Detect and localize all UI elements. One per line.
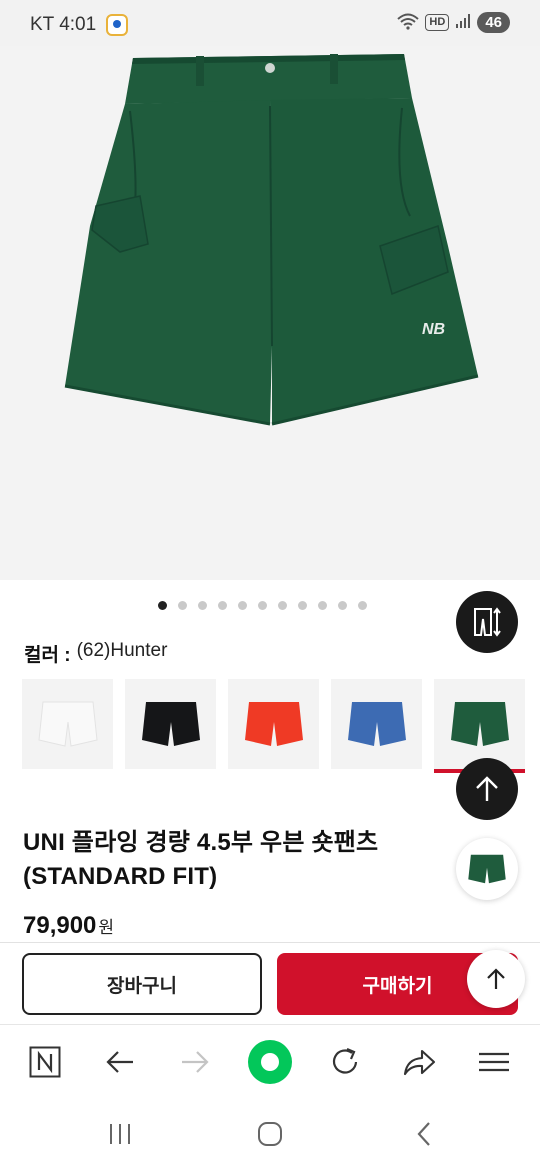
product-title-line2: (STANDARD FIT) [23, 863, 218, 890]
carousel-dot[interactable] [338, 601, 347, 610]
home-icon [258, 1122, 282, 1146]
price: 79,900 원 [23, 912, 114, 940]
carousel-dot[interactable] [358, 601, 367, 610]
svg-text:NB: NB [422, 321, 445, 338]
size-guide-icon [474, 607, 501, 637]
product-title: UNI 플라잉 경량 4.5부 우븐 숏팬츠 (STANDARD FIT) [23, 826, 453, 894]
carousel-dots [158, 601, 367, 610]
carousel-dot[interactable] [198, 601, 207, 610]
hd-badge: HD [425, 14, 450, 31]
blue-shorts-thumbnail [347, 702, 406, 746]
arrow-up-icon [476, 776, 498, 801]
carrier-time: KT 4:01 [30, 14, 97, 35]
recent-apps-button[interactable] [100, 1116, 140, 1152]
menu-button[interactable] [471, 1039, 517, 1085]
refresh-icon [332, 1047, 358, 1074]
green-shorts-mini-thumbnail [468, 854, 506, 884]
wifi-icon [397, 12, 420, 33]
green-shorts-image: NB [64, 54, 479, 426]
arrow-right-icon [182, 1051, 209, 1073]
color-value: (62)Hunter [76, 640, 168, 661]
carousel-dot[interactable] [318, 601, 327, 610]
scroll-to-top-floating-button[interactable] [467, 950, 525, 1008]
purchase-bar: 장바구니 구매하기 [0, 942, 540, 1024]
scroll-to-top-button[interactable] [456, 758, 518, 820]
signal-bars-icon [455, 13, 471, 32]
red-shorts-thumbnail [244, 702, 303, 746]
refresh-button[interactable] [322, 1039, 368, 1085]
naver-home-button[interactable] [22, 1039, 68, 1085]
share-icon [403, 1049, 436, 1076]
naver-green-button[interactable] [247, 1039, 293, 1085]
share-button[interactable] [396, 1039, 442, 1085]
size-guide-button[interactable] [456, 591, 518, 653]
naver-green-dot-icon [248, 1040, 292, 1084]
recent-product-thumbnail[interactable] [456, 838, 518, 900]
carousel-dot[interactable] [258, 601, 267, 610]
carousel-dot[interactable] [178, 601, 187, 610]
swatch-blue[interactable] [331, 679, 422, 769]
status-bar: KT 4:01 HD 46 [0, 0, 540, 46]
product-hero-image[interactable]: NB [0, 46, 540, 580]
price-unit: 원 [98, 918, 115, 937]
swatch-white[interactable] [22, 679, 113, 769]
browser-toolbar [0, 1024, 540, 1098]
swatch-red[interactable] [228, 679, 319, 769]
white-shorts-thumbnail [37, 701, 98, 747]
home-button[interactable] [250, 1116, 290, 1152]
android-navigation-bar [0, 1098, 540, 1170]
back-button[interactable] [97, 1039, 143, 1085]
green-shorts-thumbnail [450, 702, 509, 746]
price-value: 79,900 [23, 912, 97, 939]
color-selector-label: 컬러 : (62)Hunter [24, 640, 167, 667]
add-to-cart-button[interactable]: 장바구니 [22, 953, 262, 1015]
system-back-button[interactable] [404, 1116, 444, 1152]
status-left: KT 4:01 [30, 14, 129, 36]
arrow-up-icon [487, 968, 505, 989]
chevron-left-icon [417, 1122, 430, 1146]
color-swatch-list [22, 679, 525, 773]
carousel-dot[interactable] [218, 601, 227, 610]
color-label: 컬러 : [24, 645, 71, 666]
hamburger-menu-icon [479, 1052, 509, 1072]
forward-button[interactable] [172, 1039, 218, 1085]
swatch-black[interactable] [125, 679, 216, 769]
battery-indicator: 46 [477, 12, 510, 33]
arrow-left-icon [106, 1051, 133, 1073]
carousel-dot[interactable] [298, 601, 307, 610]
black-shorts-thumbnail [141, 702, 200, 746]
map-pin-app-icon [106, 14, 129, 36]
product-title-line1: UNI 플라잉 경량 4.5부 우븐 숏팬츠 [23, 829, 379, 856]
carousel-dot[interactable] [278, 601, 287, 610]
recent-apps-icon [110, 1124, 130, 1144]
status-right: HD 46 [397, 12, 510, 33]
carousel-dot[interactable] [238, 601, 247, 610]
carousel-dot[interactable] [158, 601, 167, 610]
naver-n-icon [29, 1046, 61, 1078]
